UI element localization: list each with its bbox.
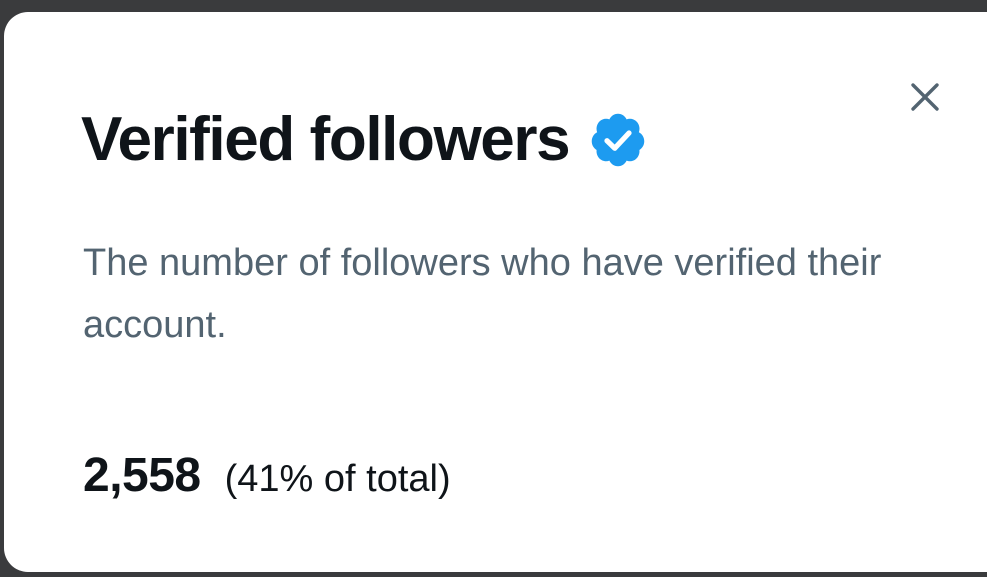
- follower-stats: 2,558 (41% of total): [83, 448, 451, 503]
- dialog-title: Verified followers: [81, 105, 571, 174]
- verified-followers-dialog: Verified followers The number of followe…: [4, 12, 987, 572]
- dialog-header: Verified followers: [81, 100, 649, 180]
- verified-follower-percent: (41% of total): [224, 458, 451, 500]
- verified-follower-count: 2,558: [83, 449, 201, 502]
- close-button[interactable]: [902, 74, 948, 120]
- dialog-description: The number of followers who have verifie…: [83, 242, 882, 346]
- verified-badge-icon: [587, 109, 649, 171]
- close-icon: [909, 81, 941, 113]
